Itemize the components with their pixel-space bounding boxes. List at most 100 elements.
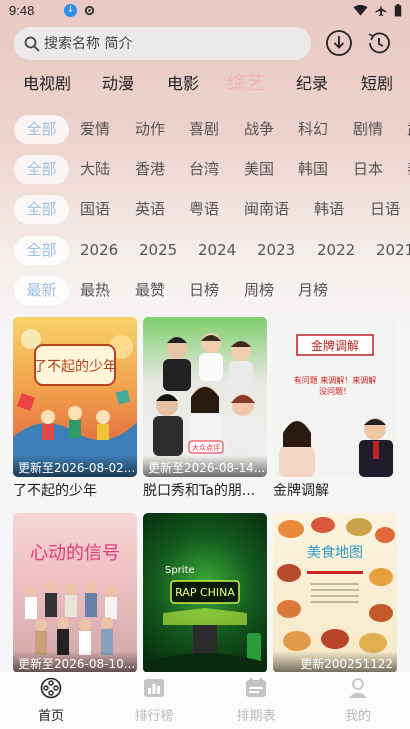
region-filter-row: 全部 大陆 香港 台湾 美国 韩国 日本 泰 [0, 155, 410, 185]
sort-chip[interactable]: 周榜 [244, 276, 274, 305]
year-chip[interactable]: 2025 [139, 236, 177, 265]
tab-variety[interactable]: 综艺 [227, 70, 265, 95]
settings-gear-icon [84, 5, 95, 16]
chart-icon [144, 679, 164, 697]
language-chip[interactable]: 韩语 [314, 195, 344, 224]
nav-label: 首页 [37, 709, 64, 724]
region-chip[interactable]: 韩国 [298, 155, 328, 184]
region-chip[interactable]: 台湾 [189, 155, 219, 184]
search-box[interactable] [14, 27, 311, 60]
show-card[interactable]: 了不起的少年 更新至2026-08-02... 了不起的少年 [13, 317, 137, 500]
region-chip-all[interactable]: 全部 [14, 155, 69, 184]
year-chip[interactable]: 2024 [198, 236, 236, 265]
update-badge: 更新至2026-08-14... [143, 455, 267, 477]
poster-image: Sprite RAP CHINA [143, 513, 267, 673]
poster-artwork: 心动的信号 [25, 543, 120, 655]
sort-chip[interactable]: 最热 [80, 276, 110, 305]
poster-artwork: 美食地图 [277, 517, 395, 653]
tab-movie[interactable]: 电影 [167, 70, 199, 94]
genre-filter-row: 全部 爱情 动作 喜剧 战争 科幻 剧情 武 [0, 115, 410, 145]
region-chip[interactable]: 日本 [353, 155, 383, 184]
show-card[interactable]: 金牌调解 有问题 来调解！来调解 没问题！ 金牌调解 [273, 317, 397, 500]
poster-logo-text: 美食地图 [307, 544, 363, 561]
history-icon[interactable] [365, 29, 393, 57]
film-reel-icon [40, 677, 62, 699]
region-chip[interactable]: 大陆 [80, 155, 110, 184]
search-input[interactable] [44, 35, 284, 52]
update-badge: 更新200251122 [273, 651, 397, 673]
poster-artwork: Sprite RAP CHINA [143, 565, 267, 673]
language-chip[interactable]: 国语 [80, 195, 110, 224]
nav-label: 排行榜 [134, 709, 174, 724]
sort-chip[interactable]: 日榜 [189, 276, 219, 305]
year-filter-row: 全部 2026 2025 2024 2023 2022 2021 [0, 236, 410, 266]
language-chip-all[interactable]: 全部 [14, 195, 69, 224]
region-chip[interactable]: 香港 [135, 155, 165, 184]
year-chip[interactable]: 2021 [376, 236, 410, 265]
nav-label: 我的 [344, 709, 371, 724]
sort-chip-latest[interactable]: 最新 [14, 276, 69, 305]
genre-chip[interactable]: 喜剧 [189, 115, 219, 144]
sort-chip[interactable]: 月榜 [298, 276, 328, 305]
poster-brand-text: Sprite [165, 565, 195, 576]
genre-chip-all[interactable]: 全部 [14, 115, 69, 144]
language-chip[interactable]: 英语 [135, 195, 165, 224]
genre-chip[interactable]: 剧情 [353, 115, 383, 144]
show-card[interactable]: Sprite RAP CHINA [143, 513, 267, 676]
nav-profile[interactable]: 我的 [317, 677, 399, 724]
language-filter-row: 全部 国语 英语 粤语 闽南语 韩语 日语 [0, 195, 410, 225]
poster-image: 金牌调解 有问题 来调解！来调解 没问题！ [273, 317, 397, 477]
search-row [0, 27, 410, 61]
category-tabs: 电视剧 动漫 电影 综艺 纪录 短剧 [0, 70, 410, 98]
poster-slogan: 有问题 来调解！来调解 没问题！ [293, 376, 377, 396]
status-bar: 9:48 ↓ [0, 0, 410, 22]
poster-logo-text: 大众点评 [192, 443, 220, 452]
update-badge: 更新至2026-08-02... [13, 455, 137, 477]
tab-short-drama[interactable]: 短剧 [361, 70, 393, 94]
show-card[interactable]: 心动的信号 更新至2026-08-10... [13, 513, 137, 676]
genre-chip[interactable]: 科幻 [298, 115, 328, 144]
wifi-icon [353, 4, 368, 16]
genre-chip[interactable]: 动作 [135, 115, 165, 144]
poster-artwork: 了不起的少年 [13, 329, 137, 477]
bottom-nav: 首页 排行榜 排期表 我的 [0, 672, 410, 729]
poster-logo-text: 了不起的少年 [33, 359, 117, 375]
tab-documentary[interactable]: 纪录 [296, 70, 328, 94]
year-chip-all[interactable]: 全部 [14, 236, 69, 265]
year-chip[interactable]: 2023 [257, 236, 295, 265]
show-title: 金牌调解 [273, 483, 329, 499]
poster-image: 心动的信号 更新至2026-08-10... [13, 513, 137, 673]
sort-chip[interactable]: 最赞 [135, 276, 165, 305]
user-icon [349, 678, 367, 698]
poster-artwork: 金牌调解 有问题 来调解！来调解 没问题！ [279, 334, 393, 477]
genre-chip[interactable]: 爱情 [80, 115, 110, 144]
poster-artwork: 大众点评 [153, 333, 257, 459]
region-chip[interactable]: 美国 [244, 155, 274, 184]
status-time: 9:48 [9, 3, 35, 18]
calendar-icon [246, 678, 266, 697]
nav-home[interactable]: 首页 [10, 677, 92, 724]
battery-icon [394, 4, 402, 17]
poster-logo-text: RAP CHINA [175, 586, 235, 599]
tab-anime[interactable]: 动漫 [102, 70, 134, 94]
nav-rankings[interactable]: 排行榜 [113, 677, 195, 724]
poster-logo-text: 金牌调解 [311, 338, 359, 353]
sort-filter-row: 最新 最热 最赞 日榜 周榜 月榜 [0, 276, 410, 306]
show-card[interactable]: 美食地图 更新200251122 [273, 513, 397, 676]
year-chip[interactable]: 2022 [317, 236, 355, 265]
poster-logo-text: 心动的信号 [30, 543, 120, 564]
genre-chip[interactable]: 战争 [244, 115, 274, 144]
show-card[interactable]: 大众点评 更新至2026-08-14... 脱口秀和Ta的朋... [143, 317, 267, 500]
language-chip[interactable]: 日语 [370, 195, 400, 224]
year-chip[interactable]: 2026 [80, 236, 118, 265]
search-icon [24, 36, 40, 51]
download-icon[interactable] [325, 29, 353, 57]
language-chip[interactable]: 粤语 [189, 195, 219, 224]
poster-image: 了不起的少年 更新至2026-08-02... [13, 317, 137, 477]
tab-tv-series[interactable]: 电视剧 [23, 70, 71, 94]
nav-schedule[interactable]: 排期表 [215, 677, 297, 724]
poster-image: 美食地图 更新200251122 [273, 513, 397, 673]
language-chip[interactable]: 闽南语 [244, 195, 289, 224]
show-title: 脱口秀和Ta的朋... [143, 483, 256, 499]
update-badge: 更新至2026-08-10... [13, 651, 137, 673]
